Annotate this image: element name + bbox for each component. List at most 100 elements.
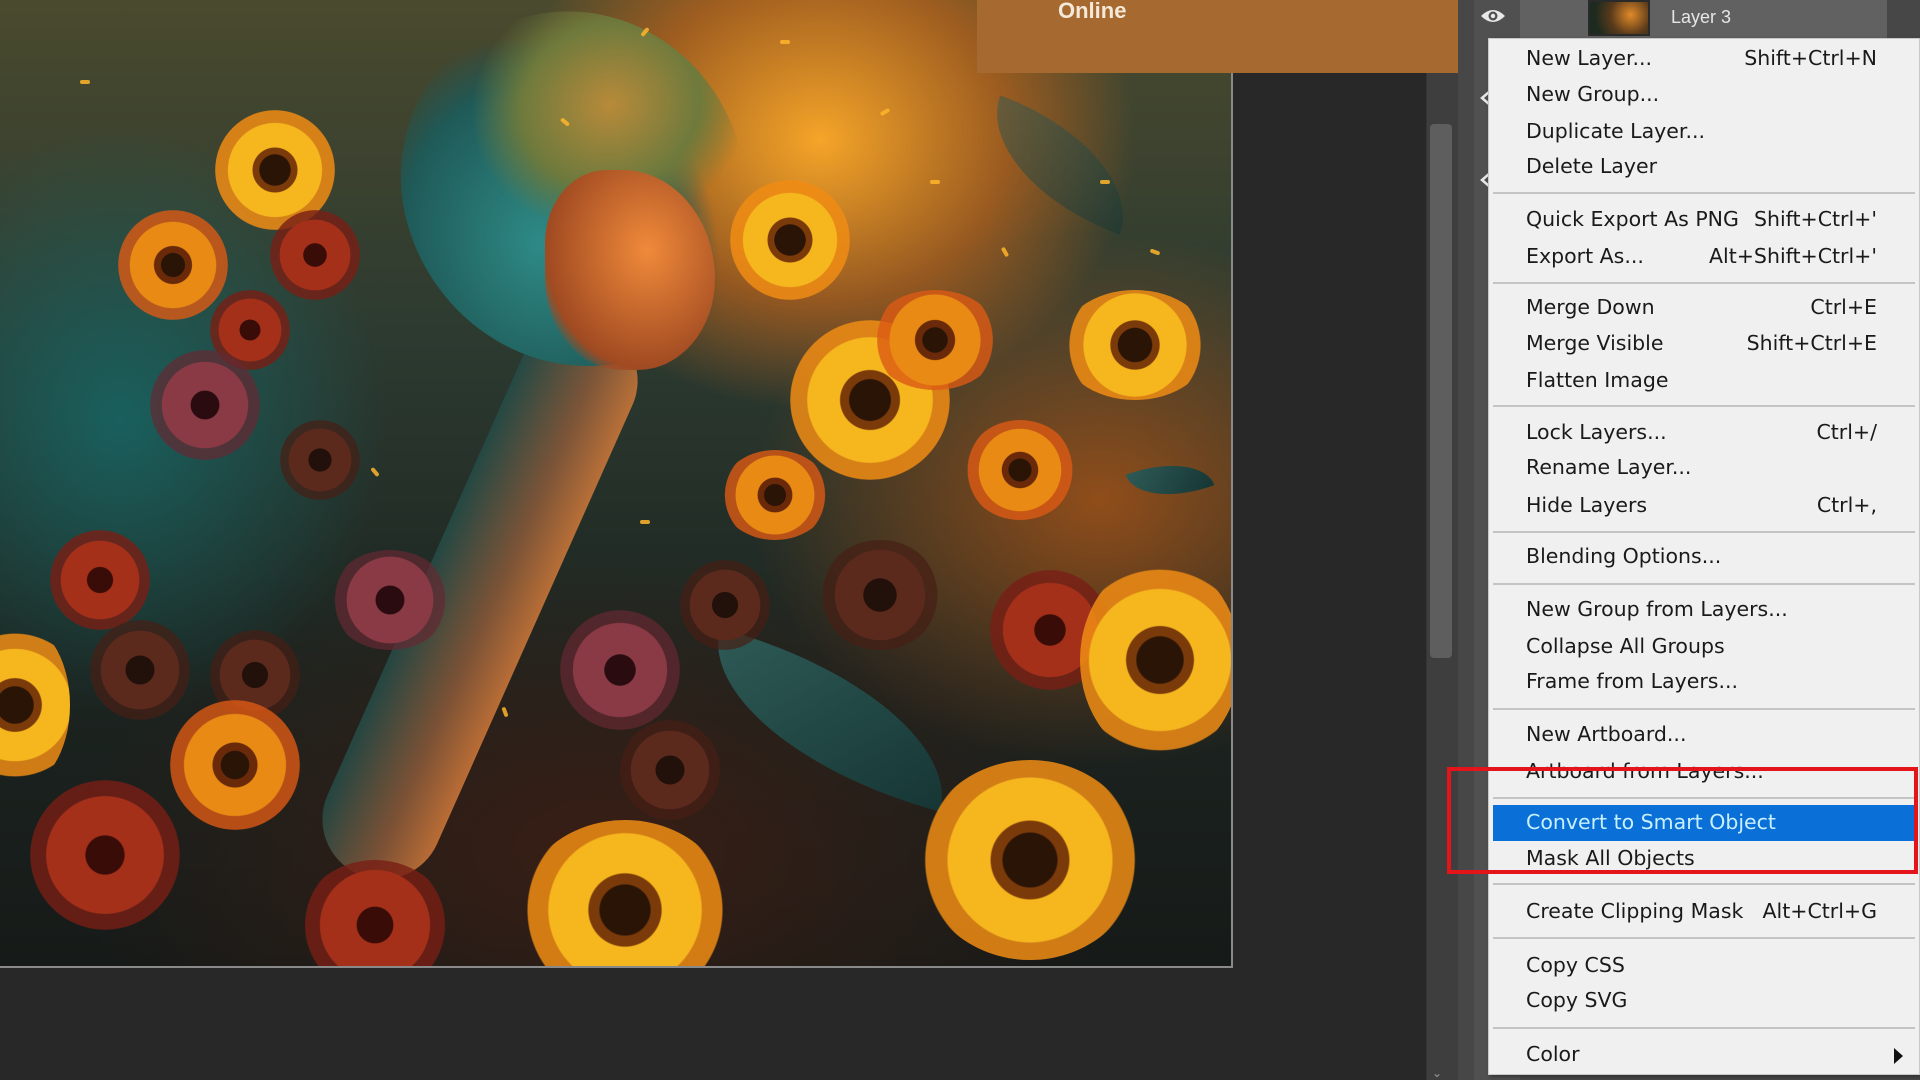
menu-item-label: Frame from Layers... xyxy=(1526,669,1738,693)
flower xyxy=(730,180,850,300)
menu-item-blending-options[interactable]: Blending Options... xyxy=(1493,539,1915,575)
menu-item-mask-all-objects[interactable]: Mask All Objects xyxy=(1493,841,1915,877)
flower xyxy=(270,210,360,300)
menu-item-export-as[interactable]: Export As... Alt+Shift+Ctrl+' xyxy=(1493,239,1915,275)
leaf xyxy=(688,628,972,812)
menu-item-merge-down[interactable]: Merge Down Ctrl+E xyxy=(1493,290,1915,326)
menu-item-shortcut: Shift+Ctrl+E xyxy=(1746,331,1877,355)
menu-item-shortcut: Ctrl+/ xyxy=(1816,420,1877,444)
flower xyxy=(870,290,1000,390)
ember xyxy=(501,706,509,718)
menu-item-label: Lock Layers... xyxy=(1526,420,1667,444)
menu-item-label: Hide Layers xyxy=(1526,493,1648,517)
menu-item-frame-from-layers[interactable]: Frame from Layers... xyxy=(1493,664,1915,700)
menu-item-shortcut: Shift+Ctrl+' xyxy=(1753,207,1877,231)
menu-item-label: New Group... xyxy=(1526,82,1660,106)
menu-item-label: Quick Export As PNG xyxy=(1526,207,1739,231)
menu-item-shortcut: Shift+Ctrl+N xyxy=(1744,46,1877,70)
flower xyxy=(170,700,300,830)
flower xyxy=(330,550,450,650)
scroll-down-arrow-icon[interactable]: ⌄ xyxy=(1432,1066,1442,1080)
menu-item-label: Flatten Image xyxy=(1526,368,1669,392)
flower xyxy=(560,610,680,730)
menu-separator xyxy=(1493,405,1915,407)
menu-separator xyxy=(1493,531,1915,533)
ember xyxy=(780,40,790,44)
menu-item-quick-export-png[interactable]: Quick Export As PNG Shift+Ctrl+' xyxy=(1493,202,1915,238)
leaf xyxy=(969,95,1151,235)
menu-item-new-layer[interactable]: New Layer... Shift+Ctrl+N xyxy=(1493,41,1915,77)
menu-item-label: New Layer... xyxy=(1526,46,1653,70)
menu-item-label: Copy CSS xyxy=(1526,953,1625,977)
layer-context-menu: New Layer... Shift+Ctrl+N New Group... Du… xyxy=(1488,38,1920,1075)
menu-separator xyxy=(1493,583,1915,585)
menu-item-duplicate-layer[interactable]: Duplicate Layer... xyxy=(1493,114,1915,150)
menu-item-merge-visible[interactable]: Merge Visible Shift+Ctrl+E xyxy=(1493,326,1915,362)
flower xyxy=(820,540,940,650)
flower xyxy=(680,560,770,650)
flower xyxy=(965,420,1075,520)
menu-item-label: Copy SVG xyxy=(1526,988,1628,1012)
flower xyxy=(920,760,1140,960)
menu-item-delete-layer[interactable]: Delete Layer xyxy=(1493,149,1915,185)
layer-thumbnail[interactable] xyxy=(1588,0,1650,36)
menu-item-label: Create Clipping Mask xyxy=(1526,899,1744,923)
menu-item-lock-layers[interactable]: Lock Layers... Ctrl+/ xyxy=(1493,415,1915,451)
menu-item-new-artboard[interactable]: New Artboard... xyxy=(1493,717,1915,753)
flower xyxy=(0,620,70,790)
ember xyxy=(1149,248,1161,256)
menu-item-label: Convert to Smart Object xyxy=(1526,810,1776,834)
scrollbar-thumb[interactable] xyxy=(1430,124,1452,658)
submenu-arrow-icon xyxy=(1894,1048,1903,1064)
menu-item-rename-layer[interactable]: Rename Layer... xyxy=(1493,450,1915,486)
menu-separator xyxy=(1493,883,1915,885)
menu-item-new-group-from-layers[interactable]: New Group from Layers... xyxy=(1493,592,1915,628)
menu-item-hide-layers[interactable]: Hide Layers Ctrl+, xyxy=(1493,488,1915,524)
flower xyxy=(520,820,730,966)
ember xyxy=(930,180,940,184)
menu-item-new-group[interactable]: New Group... xyxy=(1493,77,1915,113)
flower xyxy=(90,620,190,720)
menu-separator xyxy=(1493,1027,1915,1029)
menu-item-label: Merge Down xyxy=(1526,295,1655,319)
leaf xyxy=(1125,447,1215,513)
flower xyxy=(280,420,360,500)
flower xyxy=(620,720,720,820)
menu-item-copy-svg[interactable]: Copy SVG xyxy=(1493,983,1915,1019)
canvas-image[interactable] xyxy=(0,0,1233,968)
menu-item-flatten-image[interactable]: Flatten Image xyxy=(1493,363,1915,399)
menu-item-collapse-all-groups[interactable]: Collapse All Groups xyxy=(1493,629,1915,665)
menu-item-label: Duplicate Layer... xyxy=(1526,119,1706,143)
flower xyxy=(1080,560,1231,760)
menu-item-label: Blending Options... xyxy=(1526,544,1722,568)
menu-separator xyxy=(1493,708,1915,710)
menu-item-label: Rename Layer... xyxy=(1526,455,1692,479)
menu-item-label: Export As... xyxy=(1526,244,1644,268)
menu-item-create-clipping-mask[interactable]: Create Clipping Mask Alt+Ctrl+G xyxy=(1493,894,1915,930)
flower xyxy=(50,530,150,630)
ember xyxy=(1100,180,1110,184)
flower xyxy=(118,210,228,320)
menu-item-shortcut: Ctrl+E xyxy=(1810,295,1877,319)
menu-item-artboard-from-layers[interactable]: Artboard from Layers... xyxy=(1493,754,1915,790)
ember xyxy=(879,107,891,117)
flower xyxy=(300,860,450,966)
menu-item-label: Delete Layer xyxy=(1526,154,1658,178)
eye-icon[interactable] xyxy=(1480,8,1506,24)
online-banner: Online xyxy=(977,0,1473,73)
menu-item-label: New Group from Layers... xyxy=(1526,597,1788,621)
menu-item-label: Merge Visible xyxy=(1526,331,1664,355)
menu-item-label: Mask All Objects xyxy=(1526,846,1695,870)
menu-item-label: Collapse All Groups xyxy=(1526,634,1725,658)
flower xyxy=(150,350,260,460)
menu-item-copy-css[interactable]: Copy CSS xyxy=(1493,948,1915,984)
menu-item-convert-to-smart-object[interactable]: Convert to Smart Object xyxy=(1493,805,1915,841)
banner-text: Online xyxy=(1058,0,1127,23)
ember xyxy=(370,466,380,478)
menu-item-color[interactable]: Color xyxy=(1493,1037,1915,1073)
menu-separator xyxy=(1493,937,1915,939)
menu-item-shortcut: Ctrl+, xyxy=(1816,493,1877,517)
menu-item-shortcut: Alt+Shift+Ctrl+' xyxy=(1709,244,1877,268)
ember xyxy=(1000,246,1010,258)
layer-name[interactable]: Layer 3 xyxy=(1671,7,1731,28)
